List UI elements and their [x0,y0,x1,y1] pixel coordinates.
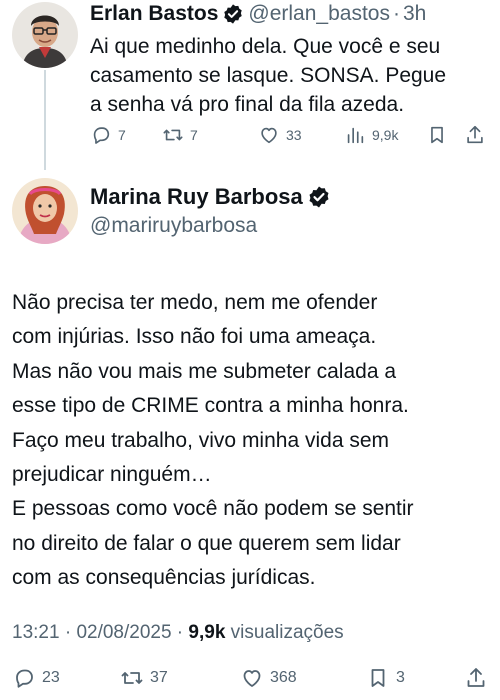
tweet1-separator: · [392,2,400,25]
repost-count: 37 [150,669,168,686]
tweet1-header: Erlan Bastos @erlan_bastos · 3h [90,2,426,26]
meta-separator: · [59,622,77,643]
tweet2-views-label: visualizações [225,622,344,643]
verified-badge-icon [307,185,331,209]
bookmark-icon [371,669,385,687]
reply-icon [16,669,33,688]
tweet1-text-line: casamento se lasque. SONSA. Pegue [90,64,447,87]
tweet2-text-line: Faço meu trabalho, vivo minha vida sem [12,428,390,452]
tweet1-action-bar: 7 7 33 9,9k [90,124,490,152]
tweet2-meta: 13:21 · 02/08/2025 · 9,9k visualizações [12,622,344,644]
share-button[interactable] [464,666,488,690]
reply-count: 23 [42,669,60,686]
share-icon [467,668,485,687]
tweet2-action-bar: 23 37 368 3 [12,666,490,696]
avatar-marina-ruy-barbosa[interactable] [12,178,78,244]
like-count: 368 [270,669,297,686]
like-button[interactable]: 368 [240,666,297,690]
like-button[interactable]: 33 [258,124,302,146]
reply-icon [93,127,110,144]
avatar-erlan-bastos[interactable] [12,2,78,68]
tweet1-text: Ai que medinho dela. Que você e seu casa… [90,32,490,119]
reply-count: 7 [118,127,126,143]
share-icon [467,125,483,144]
tweet1-time[interactable]: 3h [403,2,426,26]
bookmark-count: 3 [396,669,405,686]
repost-button[interactable]: 7 [162,124,198,146]
tweet1-text-line: Ai que medinho dela. Que você e seu [90,35,441,58]
repost-icon [163,129,183,141]
tweet1-handle[interactable]: @erlan_bastos [248,2,390,26]
views-count: 9,9k [372,127,399,143]
reply-button[interactable]: 7 [90,124,126,146]
views-button[interactable]: 9,9k [344,124,398,146]
tweet1-author-name[interactable]: Erlan Bastos [90,2,218,26]
tweet2-date[interactable]: 02/08/2025 [76,622,171,643]
tweet2-text-line: com as consequências jurídicas. [12,566,316,590]
repost-button[interactable]: 37 [120,666,168,690]
tweet2-text: Não precisa ter medo, nem me ofender com… [12,286,490,596]
meta-separator: · [171,622,189,643]
tweet2-text-line: prejudicar ninguém… [12,463,212,487]
tweet2-views-count: 9,9k [188,622,226,643]
tweet2-text-line: Mas não vou mais me submeter calada a [12,359,397,383]
bookmark-button[interactable] [426,124,448,146]
tweet2-time[interactable]: 13:21 [12,622,60,643]
share-button[interactable] [464,124,486,146]
bookmark-button[interactable]: 3 [366,666,405,690]
tweet2-handle[interactable]: @mariruybarbosa [90,214,257,238]
like-count: 33 [286,127,302,143]
tweet2-text-line: com injúrias. Isso não foi uma ameaça. [12,325,377,349]
thread-connector-line [44,70,46,170]
tweet1-text-line: a senha vá pro final da fila azeda. [90,93,405,116]
like-icon [243,670,261,687]
tweet2-text-line: Não precisa ter medo, nem me ofender [12,291,378,314]
reply-button[interactable]: 23 [12,666,60,690]
repost-count: 7 [190,127,198,143]
tweet2-author-row: Marina Ruy Barbosa [90,184,335,210]
tweet2-text-line: E pessoas como você não podem se sentir [12,497,414,521]
tweet2-text-line: esse tipo de CRIME contra a minha honra. [12,394,409,418]
verified-badge-icon [222,3,244,25]
tweet2-author-name[interactable]: Marina Ruy Barbosa [90,184,303,210]
repost-icon [121,672,143,684]
bookmark-icon [431,126,443,144]
like-icon [261,127,277,144]
tweet2-text-line: no direito de falar o que querem sem lid… [12,531,401,555]
views-icon [347,127,364,144]
